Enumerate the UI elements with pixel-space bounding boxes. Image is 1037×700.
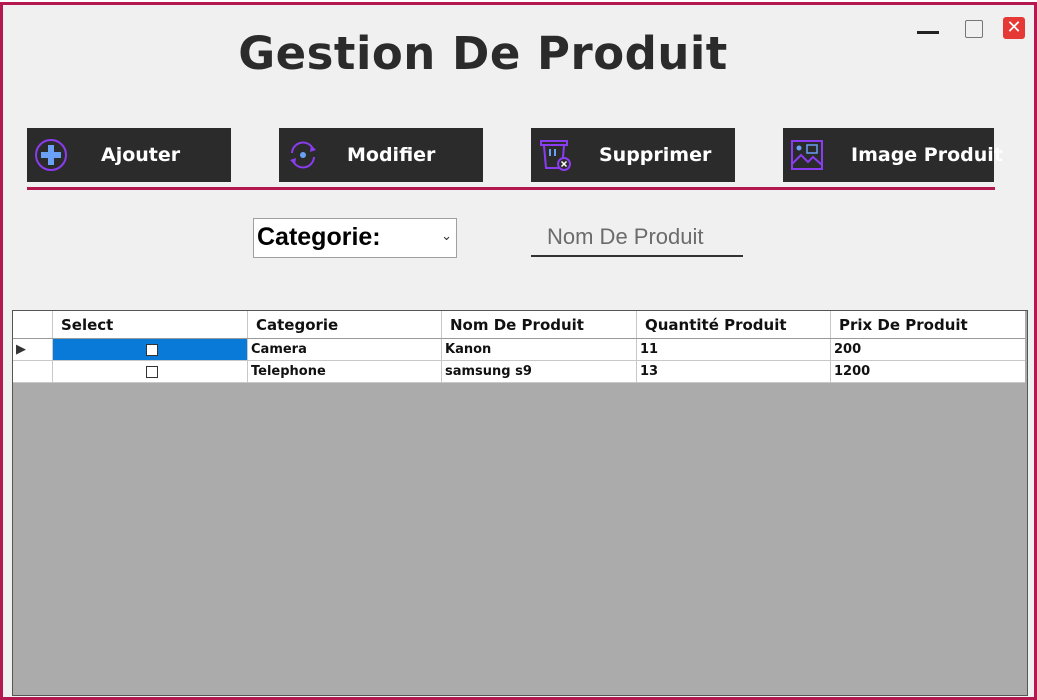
prix-cell[interactable]: 1200 xyxy=(831,361,1025,382)
close-button[interactable]: ✕ xyxy=(1003,17,1025,39)
product-name-input[interactable] xyxy=(531,219,743,257)
modify-button[interactable]: Modifier xyxy=(279,128,483,182)
column-header-prix[interactable]: Prix De Produit xyxy=(831,311,1025,338)
table-header: Select Categorie Nom De Produit Quantité… xyxy=(13,311,1025,339)
quantite-cell[interactable]: 13 xyxy=(637,361,831,382)
chevron-down-icon: ⌄ xyxy=(441,229,452,244)
column-header-select[interactable]: Select xyxy=(53,311,248,338)
plus-circle-icon xyxy=(35,139,67,171)
categorie-cell[interactable]: Camera xyxy=(248,339,442,360)
minimize-icon xyxy=(917,30,939,34)
row-header[interactable] xyxy=(13,361,53,382)
quantite-cell[interactable]: 11 xyxy=(637,339,831,360)
maximize-button[interactable] xyxy=(963,18,985,40)
image-product-button[interactable]: Image Produit xyxy=(783,128,1003,182)
select-checkbox[interactable] xyxy=(145,365,158,378)
refresh-icon xyxy=(290,141,316,169)
table-row[interactable]: Telephone samsung s9 13 1200 xyxy=(13,361,1025,383)
table-row[interactable]: ▶ Camera Kanon 11 200 xyxy=(13,339,1025,361)
category-select-value: Categorie: xyxy=(257,223,381,251)
select-checkbox[interactable] xyxy=(145,343,158,356)
select-cell[interactable] xyxy=(53,361,248,382)
column-header-nom[interactable]: Nom De Produit xyxy=(442,311,637,338)
image-icon xyxy=(791,140,823,170)
prix-cell[interactable]: 200 xyxy=(831,339,1025,360)
image-product-button-label: Image Produit xyxy=(851,144,1003,166)
minimize-button[interactable] xyxy=(917,18,939,40)
select-cell[interactable] xyxy=(53,339,248,360)
column-header-quantite[interactable]: Quantité Produit xyxy=(637,311,831,338)
add-button[interactable]: Ajouter xyxy=(27,128,231,182)
delete-button[interactable]: Supprimer xyxy=(531,128,735,182)
row-header-current[interactable]: ▶ xyxy=(13,339,53,360)
trash-icon xyxy=(540,140,571,171)
add-button-label: Ajouter xyxy=(101,144,181,166)
product-table[interactable]: Select Categorie Nom De Produit Quantité… xyxy=(12,310,1028,696)
modify-button-label: Modifier xyxy=(347,144,436,166)
categorie-cell[interactable]: Telephone xyxy=(248,361,442,382)
app-window: Gestion De Produit ✕ Ajouter Modifier Su… xyxy=(0,2,1037,700)
column-header-categorie[interactable]: Categorie xyxy=(248,311,442,338)
row-header-corner xyxy=(13,311,53,338)
toolbar-divider xyxy=(27,187,995,190)
page-title: Gestion De Produit xyxy=(238,27,728,80)
current-row-arrow-icon: ▶ xyxy=(16,342,26,357)
maximize-icon xyxy=(965,20,983,38)
nom-cell[interactable]: samsung s9 xyxy=(442,361,637,382)
close-icon: ✕ xyxy=(1006,17,1022,38)
delete-button-label: Supprimer xyxy=(599,144,712,166)
category-select[interactable]: Categorie: ⌄ xyxy=(253,218,457,258)
nom-cell[interactable]: Kanon xyxy=(442,339,637,360)
